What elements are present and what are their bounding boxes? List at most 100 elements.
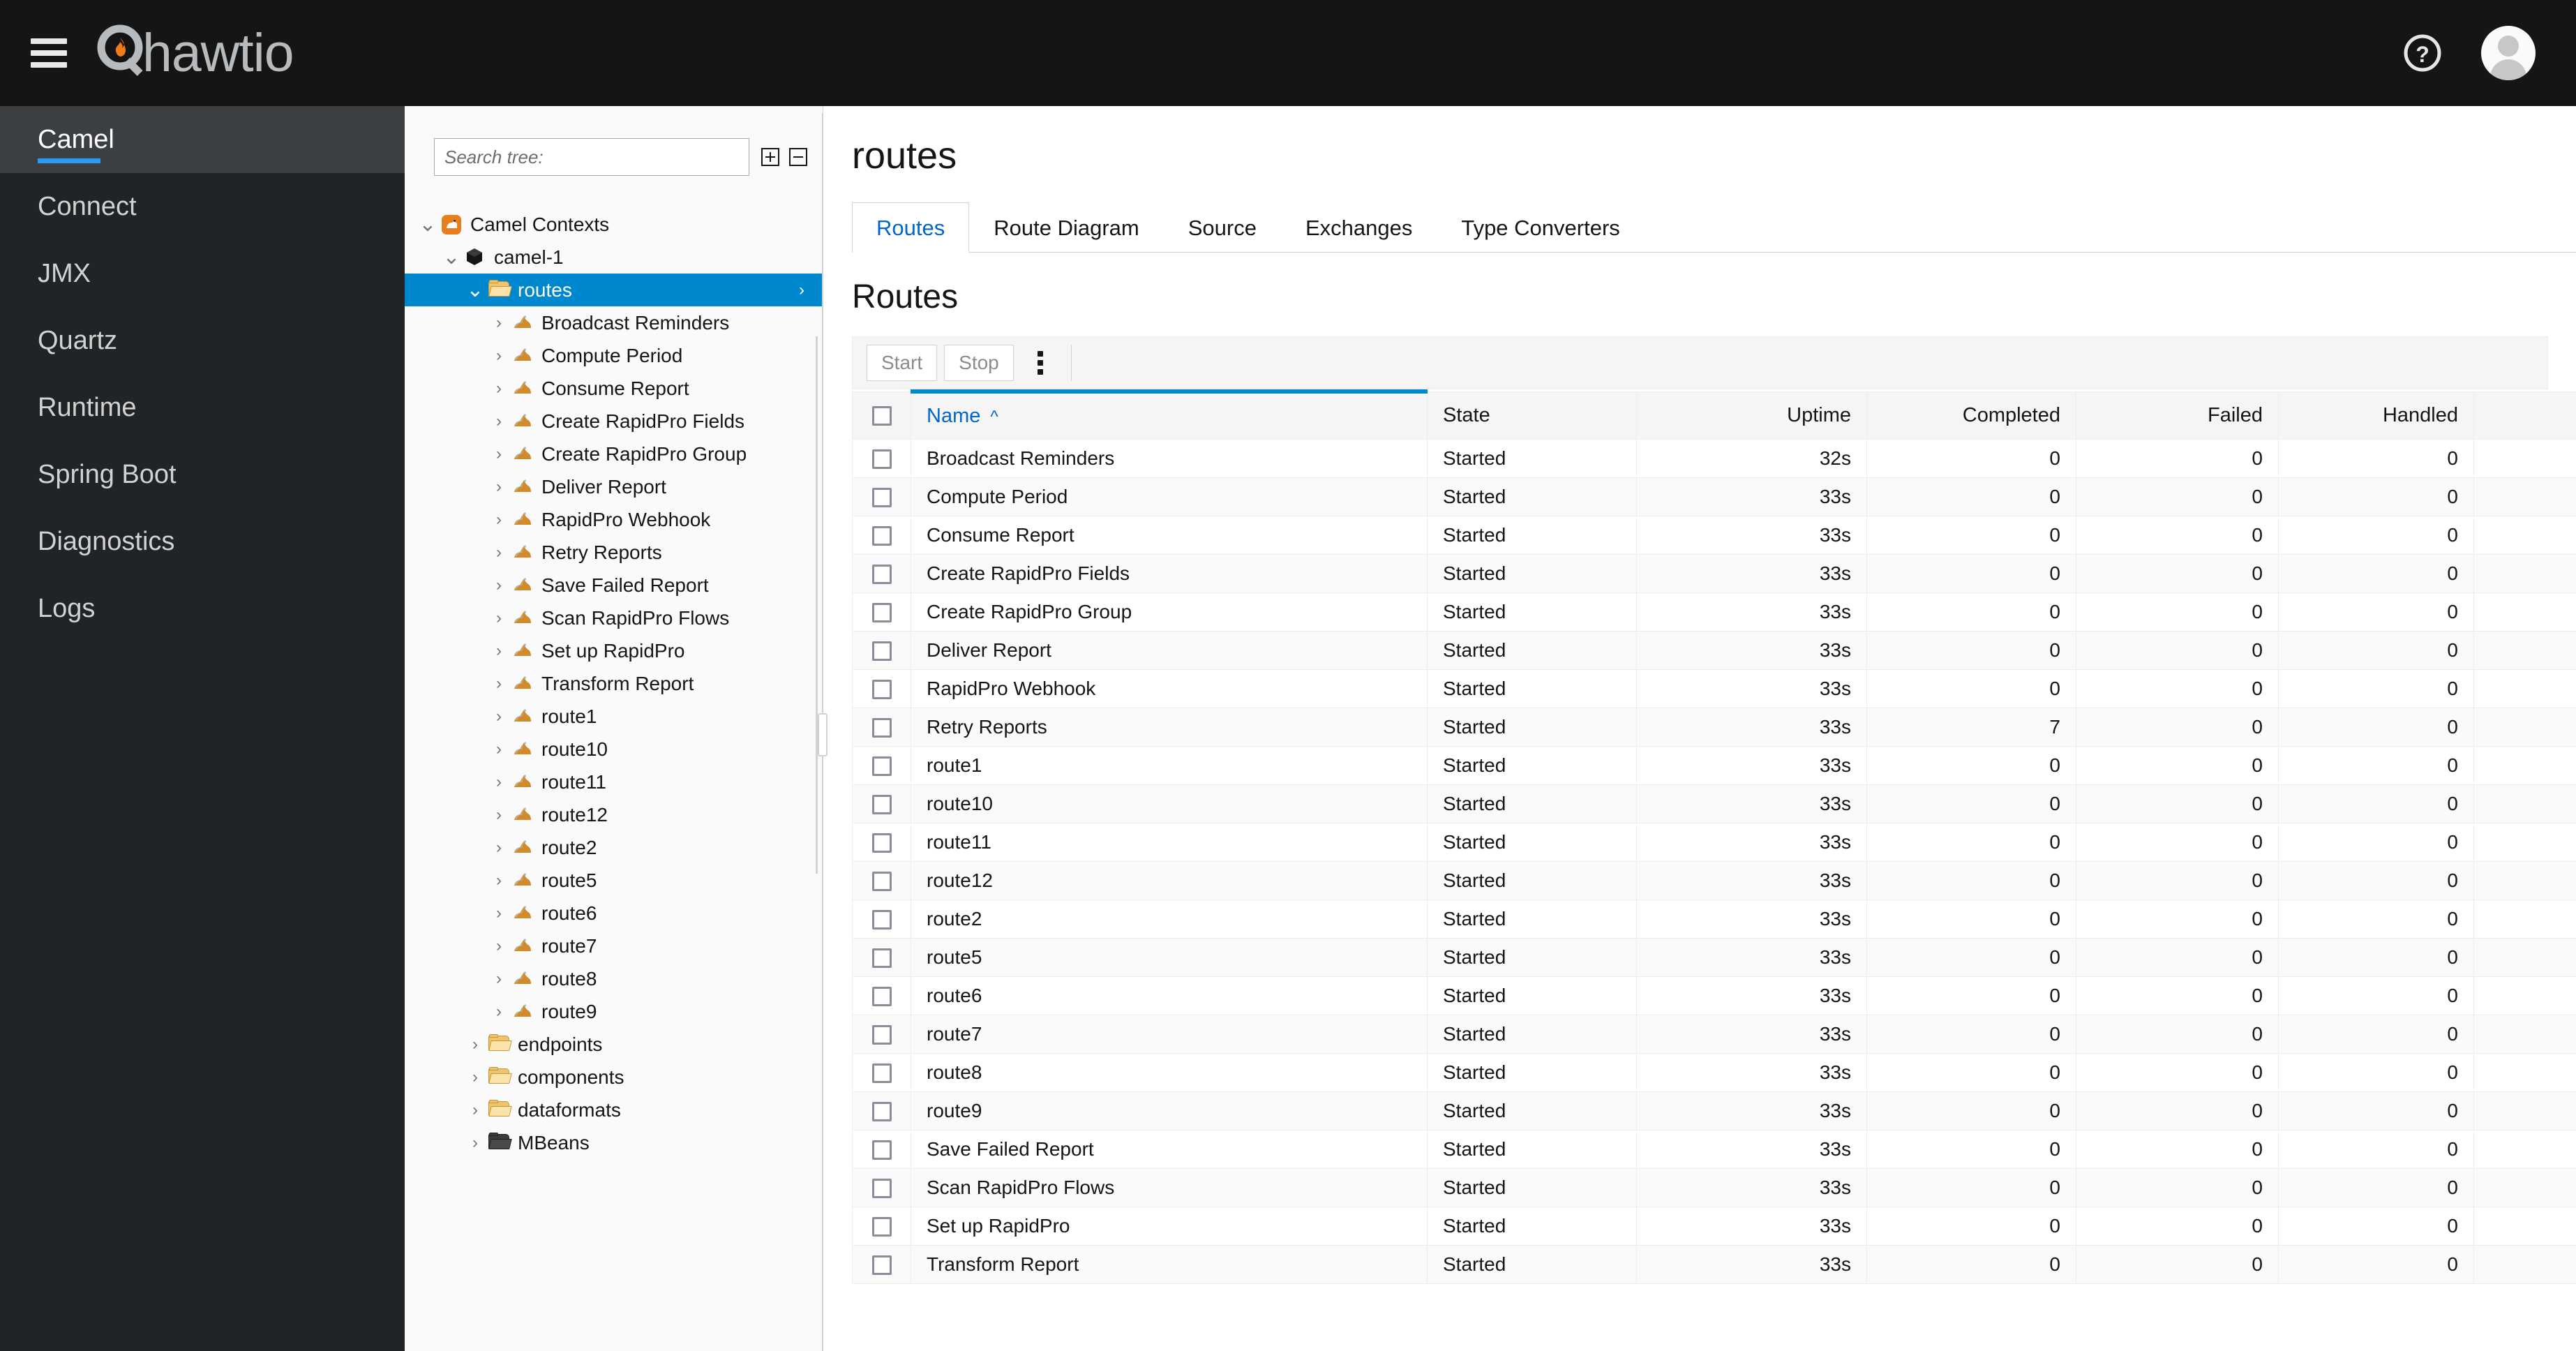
column-header-total[interactable]: Total: [2473, 391, 2576, 440]
tree-node-route8[interactable]: › route8: [405, 962, 823, 995]
chevron-down-icon[interactable]: ⌄: [419, 214, 437, 235]
table-row[interactable]: Scan RapidPro FlowsStarted33s00000-1 ms: [852, 1167, 2576, 1207]
table-row[interactable]: route10Started33s00000-1 ms: [852, 784, 2576, 823]
table-row[interactable]: route11Started33s00000-1 ms: [852, 822, 2576, 862]
chevron-right-icon[interactable]: ›: [490, 937, 508, 955]
table-row[interactable]: Transform ReportStarted33s00000-1 ms: [852, 1244, 2576, 1284]
row-checkbox[interactable]: [871, 603, 892, 623]
row-checkbox[interactable]: [871, 1179, 892, 1199]
table-row[interactable]: Broadcast RemindersStarted32s00000-1 ms: [852, 438, 2576, 478]
row-checkbox[interactable]: [871, 680, 892, 700]
tree-node-mbeans[interactable]: › MBeans: [405, 1126, 823, 1159]
brand-logo-link[interactable]: hawtio: [92, 22, 294, 84]
collapse-all-icon[interactable]: [788, 147, 808, 167]
sidebar-item-camel[interactable]: Camel: [0, 106, 405, 173]
sidebar-item-diagnostics[interactable]: Diagnostics: [0, 508, 405, 575]
tree-node-consume-report[interactable]: › Consume Report: [405, 372, 823, 405]
chevron-right-icon[interactable]: ›: [490, 1003, 508, 1020]
chevron-right-icon[interactable]: ›: [490, 347, 508, 364]
table-row[interactable]: Deliver ReportStarted33s00000-1 ms: [852, 630, 2576, 670]
tab-route-diagram[interactable]: Route Diagram: [969, 202, 1163, 253]
tree-node-route6[interactable]: › route6: [405, 897, 823, 930]
column-header-state[interactable]: State: [1427, 391, 1637, 440]
table-row[interactable]: route9Started33s00000-1 ms: [852, 1091, 2576, 1130]
search-tree-input[interactable]: [434, 138, 749, 176]
tree-node-route10[interactable]: › route10: [405, 733, 823, 766]
chevron-right-icon[interactable]: ›: [490, 708, 508, 725]
sidebar-item-logs[interactable]: Logs: [0, 575, 405, 642]
table-row[interactable]: route7Started33s00000-1 ms: [852, 1014, 2576, 1054]
row-checkbox[interactable]: [871, 872, 892, 892]
column-header-uptime[interactable]: Uptime: [1636, 391, 1867, 440]
expand-all-icon[interactable]: [761, 147, 780, 167]
row-checkbox[interactable]: [871, 565, 892, 585]
sidebar-item-jmx[interactable]: JMX: [0, 240, 405, 307]
tree-node-set-up-rapidpro[interactable]: › Set up RapidPro: [405, 634, 823, 667]
table-row[interactable]: Save Failed ReportStarted33s00000-1 ms: [852, 1129, 2576, 1169]
chevron-right-icon[interactable]: ›: [490, 740, 508, 758]
tree-node-route9[interactable]: › route9: [405, 995, 823, 1028]
chevron-right-icon[interactable]: ›: [490, 412, 508, 430]
tree-node-transform-report[interactable]: › Transform Report: [405, 667, 823, 700]
tree-scrollbar[interactable]: [816, 336, 818, 874]
panel-splitter-handle[interactable]: [818, 713, 828, 756]
tree-node-deliver-report[interactable]: › Deliver Report: [405, 470, 823, 503]
tree-node-create-rapidpro-fields[interactable]: › Create RapidPro Fields: [405, 405, 823, 438]
row-checkbox[interactable]: [871, 449, 892, 470]
chevron-right-icon[interactable]: ›: [490, 478, 508, 495]
row-checkbox[interactable]: [871, 718, 892, 738]
tree-node-route12[interactable]: › route12: [405, 798, 823, 831]
column-header-failed[interactable]: Failed: [2076, 391, 2279, 440]
table-row[interactable]: Create RapidPro FieldsStarted33s00000-1 …: [852, 553, 2576, 593]
tree-node-endpoints[interactable]: › endpoints: [405, 1028, 823, 1061]
row-checkbox[interactable]: [871, 795, 892, 815]
tree-node-scan-rapidpro-flows[interactable]: › Scan RapidPro Flows: [405, 602, 823, 634]
tab-routes[interactable]: Routes: [852, 202, 970, 253]
tree-node-route2[interactable]: › route2: [405, 831, 823, 864]
table-row[interactable]: route1Started33s00000-1 ms: [852, 745, 2576, 785]
chevron-right-icon[interactable]: ›: [490, 839, 508, 856]
row-checkbox[interactable]: [871, 948, 892, 969]
table-row[interactable]: Retry ReportsStarted33s700703 ms: [852, 707, 2576, 747]
row-checkbox[interactable]: [871, 1217, 892, 1237]
hamburger-menu-icon[interactable]: [31, 38, 67, 68]
tree-node-components[interactable]: › components: [405, 1061, 823, 1094]
row-checkbox[interactable]: [871, 1063, 892, 1084]
tab-source[interactable]: Source: [1164, 202, 1281, 253]
table-row[interactable]: route12Started33s00000-1 ms: [852, 860, 2576, 900]
table-row[interactable]: Set up RapidProStarted33s00000-1 ms: [852, 1206, 2576, 1246]
chevron-right-icon[interactable]: ›: [490, 675, 508, 692]
column-header-completed[interactable]: Completed: [1866, 391, 2076, 440]
tree-node-rapidpro-webhook[interactable]: › RapidPro Webhook: [405, 503, 823, 536]
table-row[interactable]: route6Started33s00000-1 ms: [852, 976, 2576, 1015]
help-circle-icon[interactable]: ?: [2397, 28, 2448, 78]
chevron-right-icon[interactable]: ›: [490, 773, 508, 791]
tree-node-routes[interactable]: ⌄ routes ›: [405, 274, 823, 306]
tree-node-retry-reports[interactable]: › Retry Reports: [405, 536, 823, 569]
tree-node-compute-period[interactable]: › Compute Period: [405, 339, 823, 372]
start-button[interactable]: Start: [867, 345, 938, 381]
table-row[interactable]: Compute PeriodStarted33s00000-1 ms: [852, 477, 2576, 516]
tree-node-route7[interactable]: › route7: [405, 930, 823, 962]
chevron-right-icon[interactable]: ›: [490, 511, 508, 528]
chevron-down-icon[interactable]: ⌄: [442, 246, 460, 268]
row-checkbox[interactable]: [871, 1140, 892, 1160]
tree-node-camel-1[interactable]: ⌄ camel-1: [405, 241, 823, 274]
sidebar-item-connect[interactable]: Connect: [0, 173, 405, 240]
chevron-right-icon[interactable]: ›: [466, 1134, 484, 1151]
chevron-right-icon[interactable]: ›: [490, 970, 508, 987]
select-all-checkbox[interactable]: [871, 405, 892, 426]
row-checkbox[interactable]: [871, 833, 892, 853]
table-row[interactable]: Create RapidPro GroupStarted33s00000-1 m…: [852, 592, 2576, 632]
chevron-right-icon[interactable]: ›: [490, 544, 508, 561]
chevron-right-icon[interactable]: ›: [799, 281, 804, 300]
tree-node-route5[interactable]: › route5: [405, 864, 823, 897]
sidebar-item-quartz[interactable]: Quartz: [0, 307, 405, 374]
column-header-name[interactable]: Name ^: [911, 389, 1428, 440]
chevron-right-icon[interactable]: ›: [490, 872, 508, 889]
row-checkbox[interactable]: [871, 1102, 892, 1122]
stop-button[interactable]: Stop: [944, 345, 1014, 381]
table-row[interactable]: RapidPro WebhookStarted33s00000-1 ms: [852, 669, 2576, 708]
tree-node-save-failed-report[interactable]: › Save Failed Report: [405, 569, 823, 602]
row-checkbox[interactable]: [871, 641, 892, 662]
